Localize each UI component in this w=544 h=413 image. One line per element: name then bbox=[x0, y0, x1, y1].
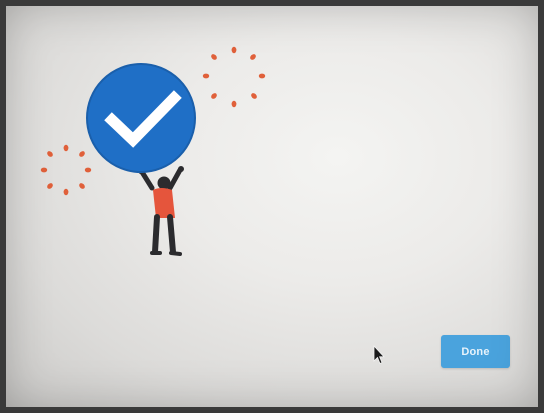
done-button[interactable]: Done bbox=[441, 335, 510, 368]
mouse-pointer-icon bbox=[373, 345, 385, 365]
checkmark-badge-icon bbox=[86, 63, 196, 173]
setup-complete-screen: Done bbox=[0, 0, 544, 413]
sparkle-burst-right-icon bbox=[202, 46, 266, 108]
sparkle-burst-left-icon bbox=[40, 144, 92, 196]
success-illustration bbox=[40, 46, 266, 256]
person-figure bbox=[138, 166, 184, 256]
